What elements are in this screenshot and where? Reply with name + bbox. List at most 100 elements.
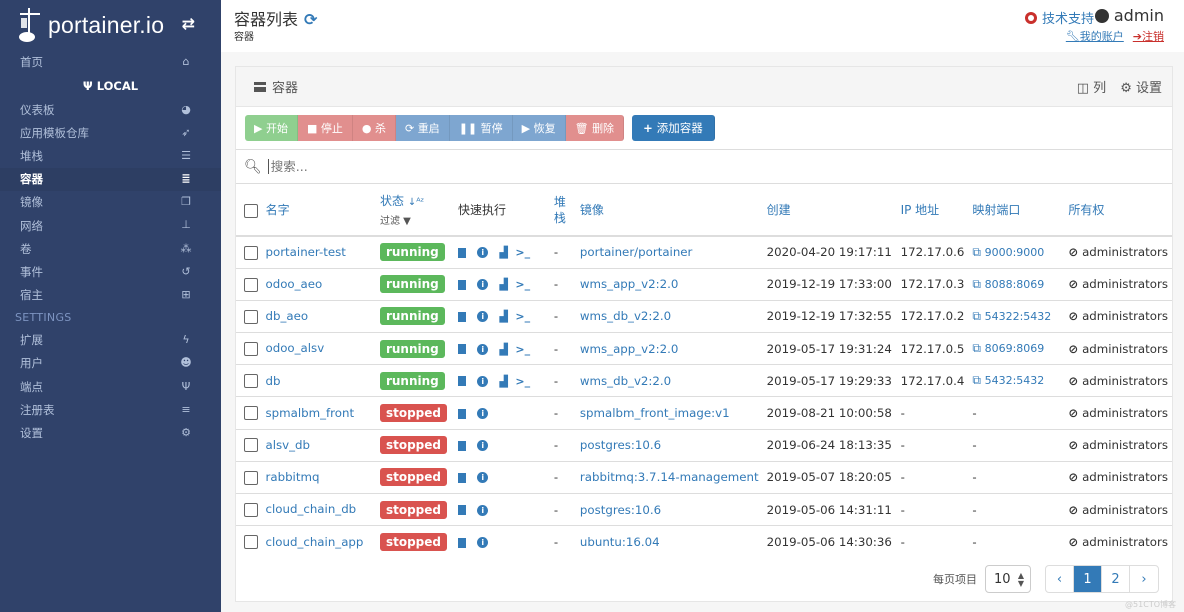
image-link[interactable]: postgres:10.6	[580, 438, 661, 452]
logs-icon[interactable]	[457, 279, 466, 290]
sidebar-item[interactable]: 扩展 ϟ	[0, 329, 221, 352]
image-link[interactable]: wms_db_v2:2.0	[580, 309, 671, 323]
stats-chart-icon[interactable]: ▟	[499, 278, 507, 291]
port-link[interactable]: ⧉ 5432:5432	[972, 373, 1044, 387]
info-icon[interactable]: i	[477, 247, 489, 259]
logs-icon[interactable]	[457, 344, 466, 355]
pause-button[interactable]: ❚❚ 暂停	[449, 115, 513, 141]
container-name-link[interactable]: alsv_db	[266, 438, 311, 452]
row-checkbox[interactable]	[244, 277, 258, 292]
container-name-link[interactable]: odoo_aeo	[266, 277, 323, 291]
sidebar-item[interactable]: 容器 ≣	[0, 167, 221, 191]
brand-logo[interactable]: portainer.io ⇄	[0, 0, 221, 50]
console-icon[interactable]: >_	[515, 278, 530, 291]
refresh-icon[interactable]: ⟳	[304, 10, 317, 29]
port-link[interactable]: ⧉ 9000:9000	[972, 245, 1044, 259]
header-ip[interactable]: IP 地址	[897, 184, 969, 236]
sidebar-item[interactable]: 堆栈 ☰	[0, 144, 221, 167]
logout-link[interactable]: ➔注销	[1133, 28, 1164, 44]
row-checkbox[interactable]	[244, 470, 258, 485]
sidebar-item[interactable]: 设置 ⚙	[0, 421, 221, 444]
info-icon[interactable]: i	[477, 440, 489, 452]
info-icon[interactable]: i	[477, 343, 489, 355]
container-name-link[interactable]: db	[266, 374, 281, 388]
header-name[interactable]: 名字	[236, 184, 376, 236]
my-account-link[interactable]: 🔧︎我的账户	[1066, 28, 1124, 44]
port-link[interactable]: ⧉ 8069:8069	[972, 341, 1044, 355]
stats-chart-icon[interactable]: ▟	[499, 343, 507, 356]
container-name-link[interactable]: rabbitmq	[266, 470, 320, 484]
console-icon[interactable]: >_	[515, 375, 530, 388]
row-checkbox[interactable]	[244, 502, 258, 517]
header-state[interactable]: 状态 ↓ᴬᶻ 过滤 ▼	[376, 184, 454, 236]
container-name-link[interactable]: cloud_chain_db	[266, 502, 357, 516]
start-button[interactable]: ▶ 开始	[245, 115, 298, 141]
stop-button[interactable]: ■ 停止	[297, 115, 353, 141]
info-icon[interactable]: i	[477, 537, 489, 549]
sidebar-item[interactable]: 用户 ☻	[0, 352, 221, 375]
filter-icon[interactable]: ▼	[403, 216, 411, 227]
image-link[interactable]: spmalbm_front_image:v1	[580, 406, 730, 420]
port-link[interactable]: ⧉ 54322:5432	[972, 309, 1051, 323]
logs-icon[interactable]	[457, 440, 466, 451]
image-link[interactable]: portainer/portainer	[580, 245, 693, 259]
row-checkbox[interactable]	[244, 341, 258, 356]
info-icon[interactable]: i	[477, 311, 489, 323]
image-link[interactable]: postgres:10.6	[580, 503, 661, 517]
sidebar-item[interactable]: 卷 ⁂	[0, 237, 221, 260]
container-name-link[interactable]: cloud_chain_app	[266, 535, 364, 549]
row-checkbox[interactable]	[244, 374, 258, 389]
image-link[interactable]: ubuntu:16.04	[580, 535, 660, 549]
row-checkbox[interactable]	[244, 309, 258, 324]
kill-button[interactable]: ● 杀	[352, 115, 396, 141]
sidebar-item-home[interactable]: 首页 ⌂	[0, 50, 221, 74]
logs-icon[interactable]	[457, 376, 466, 387]
sidebar-item[interactable]: 网络 ⊥	[0, 214, 221, 237]
sidebar-item[interactable]: 注册表 ≡	[0, 398, 221, 421]
sidebar-item[interactable]: 端点 Ψ	[0, 375, 221, 398]
row-checkbox[interactable]	[244, 535, 258, 550]
logs-icon[interactable]	[457, 537, 466, 548]
info-icon[interactable]: i	[477, 279, 489, 291]
columns-button[interactable]: ◫ 列	[1077, 77, 1106, 96]
sidebar-item[interactable]: 事件 ↺	[0, 260, 221, 283]
info-icon[interactable]: i	[477, 375, 489, 387]
image-link[interactable]: wms_app_v2:2.0	[580, 277, 679, 291]
header-ownership[interactable]: 所有权	[1064, 184, 1172, 236]
container-name-link[interactable]: portainer-test	[266, 245, 346, 259]
info-icon[interactable]: i	[477, 472, 489, 484]
row-checkbox[interactable]	[244, 406, 258, 421]
logs-icon[interactable]	[457, 505, 466, 516]
add-container-button[interactable]: + 添加容器	[632, 115, 715, 141]
page-1-button[interactable]: 1	[1074, 566, 1102, 592]
page-2-button[interactable]: 2	[1102, 566, 1130, 592]
console-icon[interactable]: >_	[515, 310, 530, 323]
info-icon[interactable]: i	[477, 408, 489, 420]
stats-chart-icon[interactable]: ▟	[499, 246, 507, 259]
select-all-checkbox[interactable]	[244, 203, 258, 218]
header-ports[interactable]: 映射端口	[968, 184, 1064, 236]
remove-button[interactable]: 🗑︎ 删除	[565, 115, 625, 141]
row-checkbox[interactable]	[244, 438, 258, 453]
stats-chart-icon[interactable]: ▟	[499, 310, 507, 323]
search-input[interactable]	[267, 159, 868, 174]
image-link[interactable]: rabbitmq:3.7.14-management	[580, 470, 759, 484]
logs-icon[interactable]	[457, 247, 466, 258]
container-name-link[interactable]: odoo_alsv	[266, 341, 325, 355]
sidebar-item[interactable]: 宿主 ⊞	[0, 284, 221, 307]
prev-page-button[interactable]: ‹	[1046, 566, 1074, 592]
resume-button[interactable]: ▶ 恢复	[512, 115, 566, 141]
header-stack[interactable]: 堆栈	[550, 184, 576, 236]
next-page-button[interactable]: ›	[1130, 566, 1158, 592]
sidebar-item[interactable]: 仪表板 ◕	[0, 98, 221, 121]
per-page-select[interactable]: 10 ▲ ▼	[985, 565, 1031, 593]
sidebar-item[interactable]: 应用模板仓库 ➶	[0, 121, 221, 144]
container-name-link[interactable]: db_aeo	[266, 309, 309, 323]
header-created[interactable]: 创建	[763, 184, 897, 236]
table-settings-button[interactable]: ⚙ 设置	[1120, 77, 1162, 96]
sidebar-item[interactable]: 镜像 ❐	[0, 191, 221, 214]
logs-icon[interactable]	[457, 311, 466, 322]
logs-icon[interactable]	[457, 408, 466, 419]
container-name-link[interactable]: spmalbm_front	[266, 406, 355, 420]
header-image[interactable]: 镜像	[576, 184, 763, 236]
